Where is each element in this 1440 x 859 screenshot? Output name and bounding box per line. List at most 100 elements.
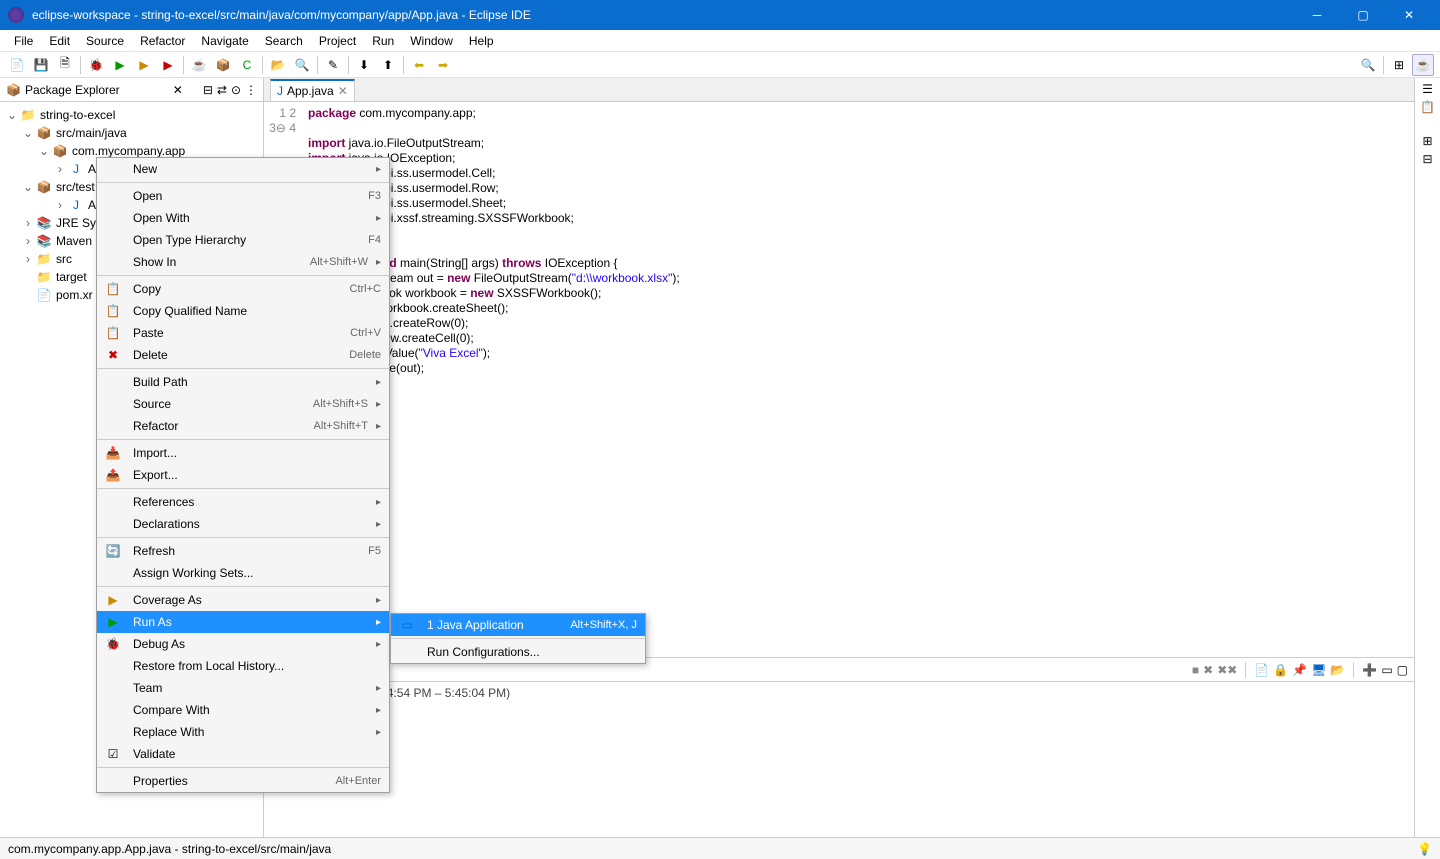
- ctx-properties[interactable]: PropertiesAlt+Enter: [97, 770, 389, 792]
- min-icon[interactable]: ▭: [1381, 663, 1392, 677]
- terminate-icon[interactable]: ■: [1192, 663, 1199, 677]
- new-class-icon[interactable]: C: [236, 54, 258, 76]
- collapse-all-icon[interactable]: ⊟: [203, 83, 213, 97]
- package-icon: 📦: [6, 83, 21, 97]
- open-console-icon[interactable]: 📂: [1330, 663, 1345, 677]
- ctx-refresh[interactable]: 🔄RefreshF5: [97, 540, 389, 562]
- menu-edit[interactable]: Edit: [41, 32, 78, 50]
- max-icon[interactable]: ▢: [1397, 663, 1408, 677]
- ctx-export-[interactable]: 📤Export...: [97, 464, 389, 486]
- task-list-icon[interactable]: 📋: [1420, 100, 1435, 114]
- forward-icon[interactable]: ➡: [432, 54, 454, 76]
- ctx-team[interactable]: Team▸: [97, 677, 389, 699]
- save-all-icon[interactable]: 🗎: [54, 54, 76, 76]
- save-icon[interactable]: 💾: [30, 54, 52, 76]
- close-button[interactable]: ✕: [1386, 0, 1432, 30]
- remove-all-icon[interactable]: ✖✖: [1217, 663, 1237, 677]
- import-icon: 📥: [105, 445, 121, 461]
- back-icon[interactable]: ⬅: [408, 54, 430, 76]
- ctx-run-as[interactable]: ▶Run As▸: [97, 611, 389, 633]
- java-file-icon: J: [277, 84, 283, 98]
- console-output[interactable]: xe (Sep 30, 2020, 5:44:54 PM – 5:45:04 P…: [264, 682, 1414, 837]
- status-path: com.mycompany.app.App.java - string-to-e…: [8, 842, 331, 856]
- menu-file[interactable]: File: [6, 32, 41, 50]
- minimize-button[interactable]: ─: [1294, 0, 1340, 30]
- ctx-delete[interactable]: ✖DeleteDelete: [97, 344, 389, 366]
- outline-view-icon[interactable]: ⊞: [1422, 134, 1432, 148]
- access-icon[interactable]: 🔍: [1357, 54, 1379, 76]
- menu-window[interactable]: Window: [402, 32, 461, 50]
- ctx-debug-as[interactable]: 🐞Debug As▸: [97, 633, 389, 655]
- submenu-java-application[interactable]: ▭ 1 Java Application Alt+Shift+X, J: [391, 614, 645, 636]
- ctx-validate[interactable]: ☑Validate: [97, 743, 389, 765]
- java-perspective-icon[interactable]: ☕: [1412, 54, 1434, 76]
- ctx-copy[interactable]: 📋CopyCtrl+C: [97, 278, 389, 300]
- editor-tab-app[interactable]: J App.java ✕: [270, 79, 355, 101]
- package-explorer-tab[interactable]: 📦 Package Explorer ✕ ⊟ ⇄ ⊙ ⋮: [0, 78, 263, 102]
- ctx-references[interactable]: References▸: [97, 491, 389, 513]
- ctx-coverage-as[interactable]: ▶Coverage As▸: [97, 589, 389, 611]
- prev-annotation-icon[interactable]: ⬆: [377, 54, 399, 76]
- menu-help[interactable]: Help: [461, 32, 502, 50]
- close-tab-icon[interactable]: ✕: [338, 84, 348, 98]
- new-console-icon[interactable]: ➕: [1362, 663, 1377, 677]
- ctx-show-in[interactable]: Show InAlt+Shift+W▸: [97, 251, 389, 273]
- new-java-icon[interactable]: ☕: [188, 54, 210, 76]
- menu-project[interactable]: Project: [311, 32, 364, 50]
- perspective-icon[interactable]: ⊞: [1388, 54, 1410, 76]
- close-view-icon[interactable]: ✕: [173, 83, 183, 97]
- ctx-import-[interactable]: 📥Import...: [97, 442, 389, 464]
- ctx-declarations[interactable]: Declarations▸: [97, 513, 389, 535]
- pin-icon[interactable]: 📌: [1292, 663, 1307, 677]
- remove-icon[interactable]: ✖: [1203, 663, 1213, 677]
- code-editor[interactable]: 1 2 3⊖ 4 package com.mycompany.app; impo…: [264, 102, 1414, 657]
- title-bar: eclipse-workspace - string-to-excel/src/…: [0, 0, 1440, 30]
- outline-icon[interactable]: ☰: [1422, 82, 1433, 96]
- new-icon[interactable]: 📄: [6, 54, 28, 76]
- focus-icon[interactable]: ⊙: [231, 83, 241, 97]
- ctx-open-with[interactable]: Open With▸: [97, 207, 389, 229]
- tree-project[interactable]: ⌄📁string-to-excel: [0, 106, 263, 124]
- another-icon[interactable]: ⊟: [1422, 152, 1432, 166]
- open-type-icon[interactable]: 📂: [267, 54, 289, 76]
- scroll-lock-icon[interactable]: 🔒: [1273, 663, 1288, 677]
- refresh-icon: 🔄: [105, 543, 121, 559]
- right-trim: ☰ 📋 ⊞ ⊟: [1414, 78, 1440, 837]
- ctx-copy-qualified-name[interactable]: 📋Copy Qualified Name: [97, 300, 389, 322]
- ctx-paste[interactable]: 📋PasteCtrl+V: [97, 322, 389, 344]
- ctx-restore-from-local-history-[interactable]: Restore from Local History...: [97, 655, 389, 677]
- display-icon[interactable]: 🖥: [1311, 663, 1326, 677]
- link-editor-icon[interactable]: ⇄: [217, 83, 227, 97]
- toggle-mark-icon[interactable]: ✎: [322, 54, 344, 76]
- coverage-icon[interactable]: ▶: [133, 54, 155, 76]
- maximize-button[interactable]: ▢: [1340, 0, 1386, 30]
- run-last-icon[interactable]: ▶: [157, 54, 179, 76]
- ctx-refactor[interactable]: RefactorAlt+Shift+T▸: [97, 415, 389, 437]
- clear-icon[interactable]: 📄: [1254, 663, 1269, 677]
- ctx-open[interactable]: OpenF3: [97, 185, 389, 207]
- tip-icon[interactable]: 💡: [1417, 842, 1432, 856]
- menu-run[interactable]: Run: [364, 32, 402, 50]
- search-icon[interactable]: 🔍: [291, 54, 313, 76]
- ctx-assign-working-sets-[interactable]: Assign Working Sets...: [97, 562, 389, 584]
- ctx-replace-with[interactable]: Replace With▸: [97, 721, 389, 743]
- next-annotation-icon[interactable]: ⬇: [353, 54, 375, 76]
- run-icon[interactable]: ▶: [109, 54, 131, 76]
- run-icon: ▶: [105, 614, 121, 630]
- view-menu-icon[interactable]: ⋮: [245, 83, 257, 97]
- new-package-icon[interactable]: 📦: [212, 54, 234, 76]
- ctx-build-path[interactable]: Build Path▸: [97, 371, 389, 393]
- debug-icon[interactable]: 🐞: [85, 54, 107, 76]
- menu-refactor[interactable]: Refactor: [132, 32, 193, 50]
- ctx-new[interactable]: New▸: [97, 158, 389, 180]
- ctx-compare-with[interactable]: Compare With▸: [97, 699, 389, 721]
- coverage-icon: ▶: [105, 592, 121, 608]
- ctx-open-type-hierarchy[interactable]: Open Type HierarchyF4: [97, 229, 389, 251]
- editor-tabs: J App.java ✕: [264, 78, 1414, 102]
- menu-search[interactable]: Search: [257, 32, 311, 50]
- menu-source[interactable]: Source: [78, 32, 132, 50]
- tree-src-main[interactable]: ⌄📦src/main/java: [0, 124, 263, 142]
- submenu-run-configurations[interactable]: Run Configurations...: [391, 641, 645, 663]
- menu-navigate[interactable]: Navigate: [193, 32, 256, 50]
- ctx-source[interactable]: SourceAlt+Shift+S▸: [97, 393, 389, 415]
